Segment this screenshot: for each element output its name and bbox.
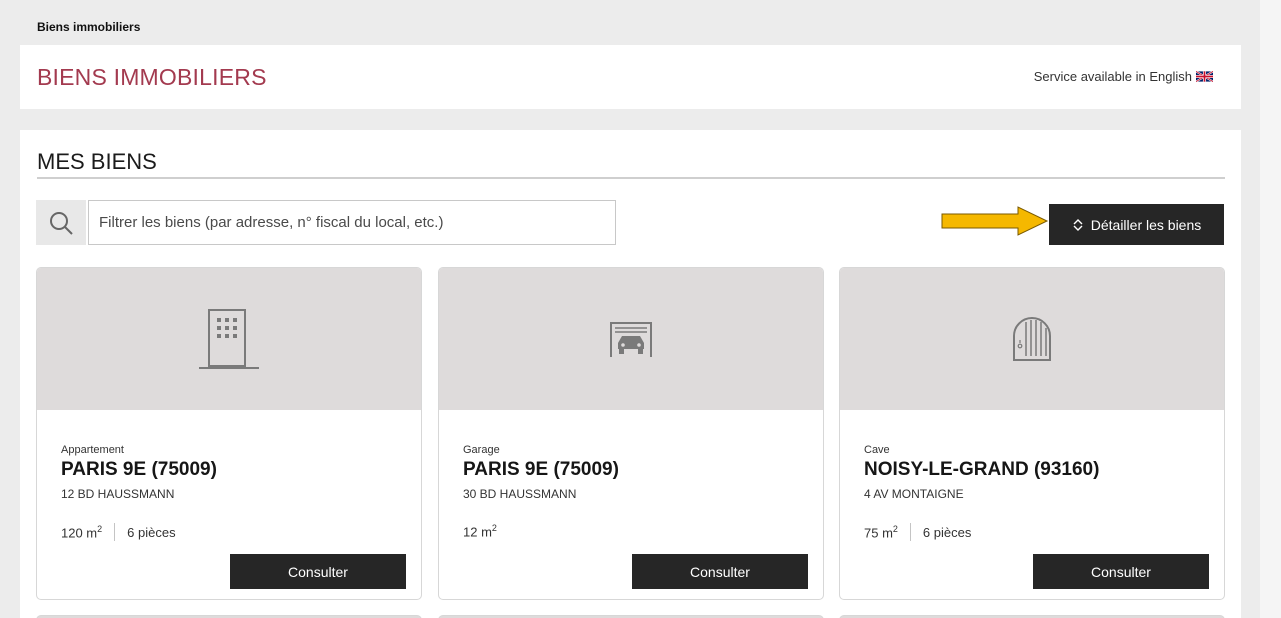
property-city: PARIS 9E (75009): [463, 459, 619, 480]
arrow-pointer-icon: [941, 206, 1049, 236]
detail-properties-button[interactable]: Détailler les biens: [1049, 204, 1224, 245]
property-image: [37, 268, 421, 410]
cellar-door-icon: [1013, 317, 1051, 361]
property-type: Cave: [864, 444, 890, 456]
property-city: NOISY-LE-GRAND (93160): [864, 459, 1100, 480]
property-specs: 120 m2 6 pièces: [61, 523, 176, 541]
page-title: BIENS IMMOBILIERS: [37, 64, 267, 90]
building-icon: [199, 309, 259, 369]
english-service-link[interactable]: Service available in English: [1034, 69, 1213, 84]
property-specs: 75 m2 6 pièces: [864, 523, 971, 541]
property-street: 12 BD HAUSSMANN: [61, 487, 175, 501]
consult-button[interactable]: Consulter: [632, 554, 808, 589]
property-street: 4 AV MONTAIGNE: [864, 487, 964, 501]
search-button[interactable]: [36, 200, 86, 245]
property-image: [840, 268, 1224, 410]
expand-collapse-icon: [1073, 218, 1083, 231]
property-area: 75 m2: [864, 523, 898, 541]
property-card: Cave NOISY-LE-GRAND (93160) 4 AV MONTAIG…: [839, 267, 1225, 600]
filter-input[interactable]: [88, 200, 616, 245]
breadcrumb[interactable]: Biens immobiliers: [37, 20, 140, 34]
page-right-gutter: [1260, 0, 1281, 618]
properties-panel: MES BIENS Détailler les biens: [20, 130, 1241, 618]
garage-icon: [610, 322, 652, 357]
detail-properties-label: Détailler les biens: [1090, 216, 1202, 233]
property-specs: 12 m2: [463, 523, 497, 539]
property-rooms: 6 pièces: [127, 524, 176, 540]
consult-button[interactable]: Consulter: [230, 554, 406, 589]
search-icon: [50, 211, 73, 235]
property-area: 120 m2: [61, 523, 103, 541]
property-card: Appartement PARIS 9E (75009) 12 BD HAUSS…: [36, 267, 422, 600]
spec-divider: [909, 523, 911, 541]
property-type: Appartement: [61, 444, 124, 456]
property-area: 12 m2: [463, 523, 497, 540]
property-card: Garage PARIS 9E (75009) 30 BD HAUSSMANN …: [438, 267, 824, 600]
consult-button[interactable]: Consulter: [1033, 554, 1209, 589]
english-service-label: Service available in English: [1033, 69, 1192, 84]
property-rooms: 6 pièces: [922, 524, 972, 540]
property-image: [439, 268, 823, 410]
uk-flag-icon: [1196, 71, 1213, 82]
property-city: PARIS 9E (75009): [61, 459, 217, 480]
spec-divider: [114, 523, 116, 541]
page-header: BIENS IMMOBILIERS Service available in E…: [20, 45, 1241, 109]
property-type: Garage: [463, 444, 500, 456]
section-title: MES BIENS: [37, 149, 157, 174]
section-divider: [37, 177, 1225, 179]
property-street: 30 BD HAUSSMANN: [463, 487, 577, 501]
